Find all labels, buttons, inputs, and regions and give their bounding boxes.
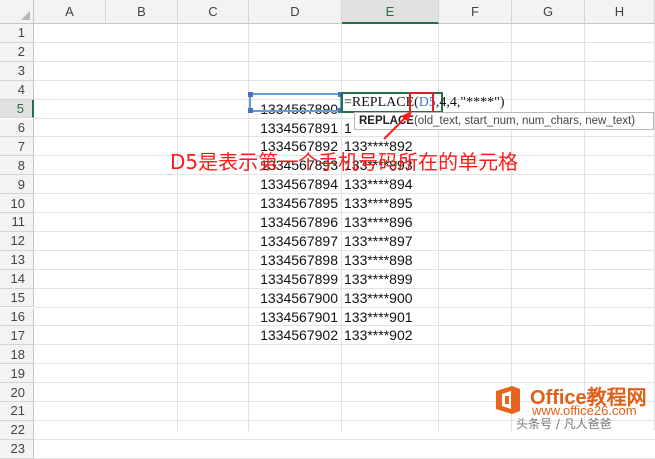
row-header-12[interactable]: 12: [0, 231, 34, 251]
cell-d6[interactable]: 1334567891: [249, 119, 338, 137]
cell-e12[interactable]: 133****897: [344, 232, 413, 250]
row-header-22[interactable]: 22: [0, 420, 34, 440]
office-logo-icon: [496, 386, 520, 414]
column-gridline: [341, 24, 342, 431]
spreadsheet[interactable]: ABCDEFGH 1 2 3 4 5 6 7 8 9 10 11 12 13 14 15 16 17 18 19 20…: [0, 0, 655, 459]
row-header-19[interactable]: 19: [0, 364, 34, 384]
row-header-18[interactable]: 18: [0, 345, 34, 365]
row-gridline: [34, 79, 655, 81]
row-header-21[interactable]: 21: [0, 402, 34, 421]
column-header-f[interactable]: F: [439, 0, 512, 24]
cell-e13[interactable]: 133****898: [344, 251, 413, 269]
row-header-2[interactable]: 2: [0, 42, 34, 62]
cell-e14[interactable]: 133****899: [344, 270, 413, 288]
resize-handle-icon[interactable]: [248, 108, 253, 113]
column-header-h[interactable]: H: [585, 0, 655, 24]
cell-d15[interactable]: 1334567900: [249, 289, 338, 307]
ref-highlight-box: [409, 92, 434, 114]
cell-e10[interactable]: 133****895: [344, 194, 413, 212]
row-header-7[interactable]: 7: [0, 137, 34, 157]
annotation-text: D5是表示第一个手机号码所在的单元格: [170, 150, 519, 174]
formula-prefix: =REPLACE(: [344, 95, 419, 110]
cell-d10[interactable]: 1334567895: [249, 194, 338, 212]
cell-e11[interactable]: 133****896: [344, 213, 413, 231]
column-gridline: [438, 24, 439, 431]
select-all-triangle-icon: [21, 11, 30, 20]
cell-d9[interactable]: 1334567894: [249, 175, 338, 193]
cell-d13[interactable]: 1334567898: [249, 251, 338, 269]
resize-handle-icon[interactable]: [248, 92, 253, 97]
column-gridline: [584, 24, 585, 431]
column-header-b[interactable]: B: [106, 0, 178, 24]
row-header-6[interactable]: 6: [0, 118, 34, 138]
row-header-4[interactable]: 4: [0, 80, 34, 100]
row-header-17[interactable]: 17: [0, 326, 34, 346]
row-gridline: [34, 438, 655, 440]
row-header-5[interactable]: 5: [0, 99, 34, 119]
column-gridline: [511, 24, 512, 431]
cell-d12[interactable]: 1334567897: [249, 232, 338, 250]
row-header-16[interactable]: 16: [0, 307, 34, 327]
row-header-1[interactable]: 1: [0, 24, 34, 43]
column-header-e[interactable]: E: [342, 0, 439, 24]
cell-d16[interactable]: 1334567901: [249, 308, 338, 326]
row-header-11[interactable]: 11: [0, 213, 34, 232]
row-header-23[interactable]: 23: [0, 439, 34, 459]
row-gridline: [34, 344, 655, 346]
cell-e16[interactable]: 133****901: [344, 308, 413, 326]
tooltip-function-name[interactable]: REPLACE: [359, 115, 414, 127]
row-gridline: [34, 41, 655, 43]
watermark: Office教程网 www.office26.com 头条号 / 凡人爸爸: [488, 379, 653, 431]
row-header-8[interactable]: 8: [0, 156, 34, 176]
cell-e15[interactable]: 133****900: [344, 289, 413, 307]
watermark-subtitle: 头条号 / 凡人爸爸: [516, 417, 612, 431]
row-header-13[interactable]: 13: [0, 250, 34, 270]
tooltip-arguments: (old_text, start_num, num_chars, new_tex…: [413, 115, 636, 127]
row-header-10[interactable]: 10: [0, 194, 34, 213]
cell-e9[interactable]: 133****894: [344, 175, 413, 193]
column-header-d[interactable]: D: [249, 0, 342, 24]
cell-d14[interactable]: 1334567899: [249, 270, 338, 288]
row-header-20[interactable]: 20: [0, 383, 34, 402]
row-header-9[interactable]: 9: [0, 175, 34, 195]
row-header-14[interactable]: 14: [0, 269, 34, 289]
function-tooltip: REPLACE(old_text, start_num, num_chars, …: [354, 112, 654, 130]
cell-e6[interactable]: 1: [344, 119, 352, 137]
column-header-c[interactable]: C: [178, 0, 249, 24]
column-header-g[interactable]: G: [512, 0, 585, 24]
select-all-button[interactable]: [0, 0, 34, 24]
formula-suffix: ,4,4,"****"): [435, 95, 505, 110]
column-gridline: [177, 24, 178, 431]
row-gridline: [34, 60, 655, 62]
cell-e17[interactable]: 133****902: [344, 326, 413, 344]
row-gridline: [34, 363, 655, 365]
cell-d11[interactable]: 1334567896: [249, 213, 338, 231]
cell-d17[interactable]: 1334567902: [249, 326, 338, 344]
row-header-3[interactable]: 3: [0, 61, 34, 81]
referenced-cell-d5-highlight: [248, 92, 343, 113]
row-header-15[interactable]: 15: [0, 288, 34, 308]
column-header-a[interactable]: A: [34, 0, 106, 24]
